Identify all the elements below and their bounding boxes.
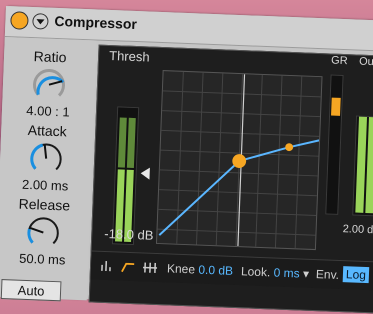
- auto-release-button[interactable]: Auto: [1, 279, 62, 301]
- compressor-display: Thresh: [89, 45, 373, 314]
- release-control: Release 50.0 ms: [0, 195, 91, 268]
- lookahead-control[interactable]: Look. 0 ms ▾: [241, 264, 310, 281]
- attack-knob[interactable]: [27, 140, 64, 177]
- knee-label: Knee: [167, 261, 196, 276]
- ratio-label: Ratio: [4, 47, 97, 67]
- threshold-label: Thresh: [109, 48, 150, 65]
- output-meter[interactable]: [352, 116, 373, 217]
- lookahead-value[interactable]: 0 ms: [273, 265, 300, 280]
- threshold-arrow-icon[interactable]: [140, 167, 149, 179]
- bottom-control-strip: Knee 0.0 dB Look. 0 ms ▾ Env. Log: [91, 250, 373, 290]
- knee-control[interactable]: Knee 0.0 dB: [167, 261, 234, 278]
- ratio-control: Ratio 4.00 : 1: [2, 47, 97, 120]
- transfer-curve-graph[interactable]: [156, 70, 323, 250]
- release-value[interactable]: 50.0 ms: [0, 250, 89, 269]
- peak-mode-icon[interactable]: [97, 257, 116, 276]
- threshold-meter[interactable]: [112, 106, 139, 245]
- lookahead-label: Look.: [241, 264, 271, 279]
- output-label: Out: [359, 56, 373, 69]
- gain-reduction-label: GR: [331, 55, 348, 68]
- release-knob[interactable]: [25, 214, 62, 251]
- fold-toggle-button[interactable]: [32, 13, 49, 30]
- output-gain-handle[interactable]: [285, 143, 293, 151]
- gain-reduction-meter: [325, 75, 343, 215]
- expand-mode-icon[interactable]: [141, 258, 160, 277]
- device-power-button[interactable]: [10, 11, 29, 30]
- attack-value[interactable]: 2.00 ms: [0, 176, 91, 195]
- knob-column: Ratio 4.00 : 1 Attack 2.00 ms: [0, 37, 97, 300]
- threshold-value[interactable]: -18.0 dB: [104, 226, 154, 243]
- knee-value[interactable]: 0.0 dB: [198, 263, 233, 278]
- chevron-down-icon[interactable]: ▾: [303, 267, 310, 281]
- attack-label: Attack: [1, 121, 94, 141]
- rms-mode-icon[interactable]: [119, 258, 138, 277]
- ratio-knob[interactable]: [30, 66, 67, 103]
- compressor-device: Compressor Ratio 4.00 : 1 Attack: [0, 6, 373, 310]
- attack-control: Attack 2.00 ms: [0, 121, 94, 194]
- ratio-value[interactable]: 4.00 : 1: [2, 102, 95, 121]
- output-value[interactable]: 2.00 d: [342, 223, 373, 236]
- device-title: Compressor: [54, 13, 137, 32]
- release-label: Release: [0, 195, 91, 215]
- envelope-label: Env.: [316, 267, 340, 282]
